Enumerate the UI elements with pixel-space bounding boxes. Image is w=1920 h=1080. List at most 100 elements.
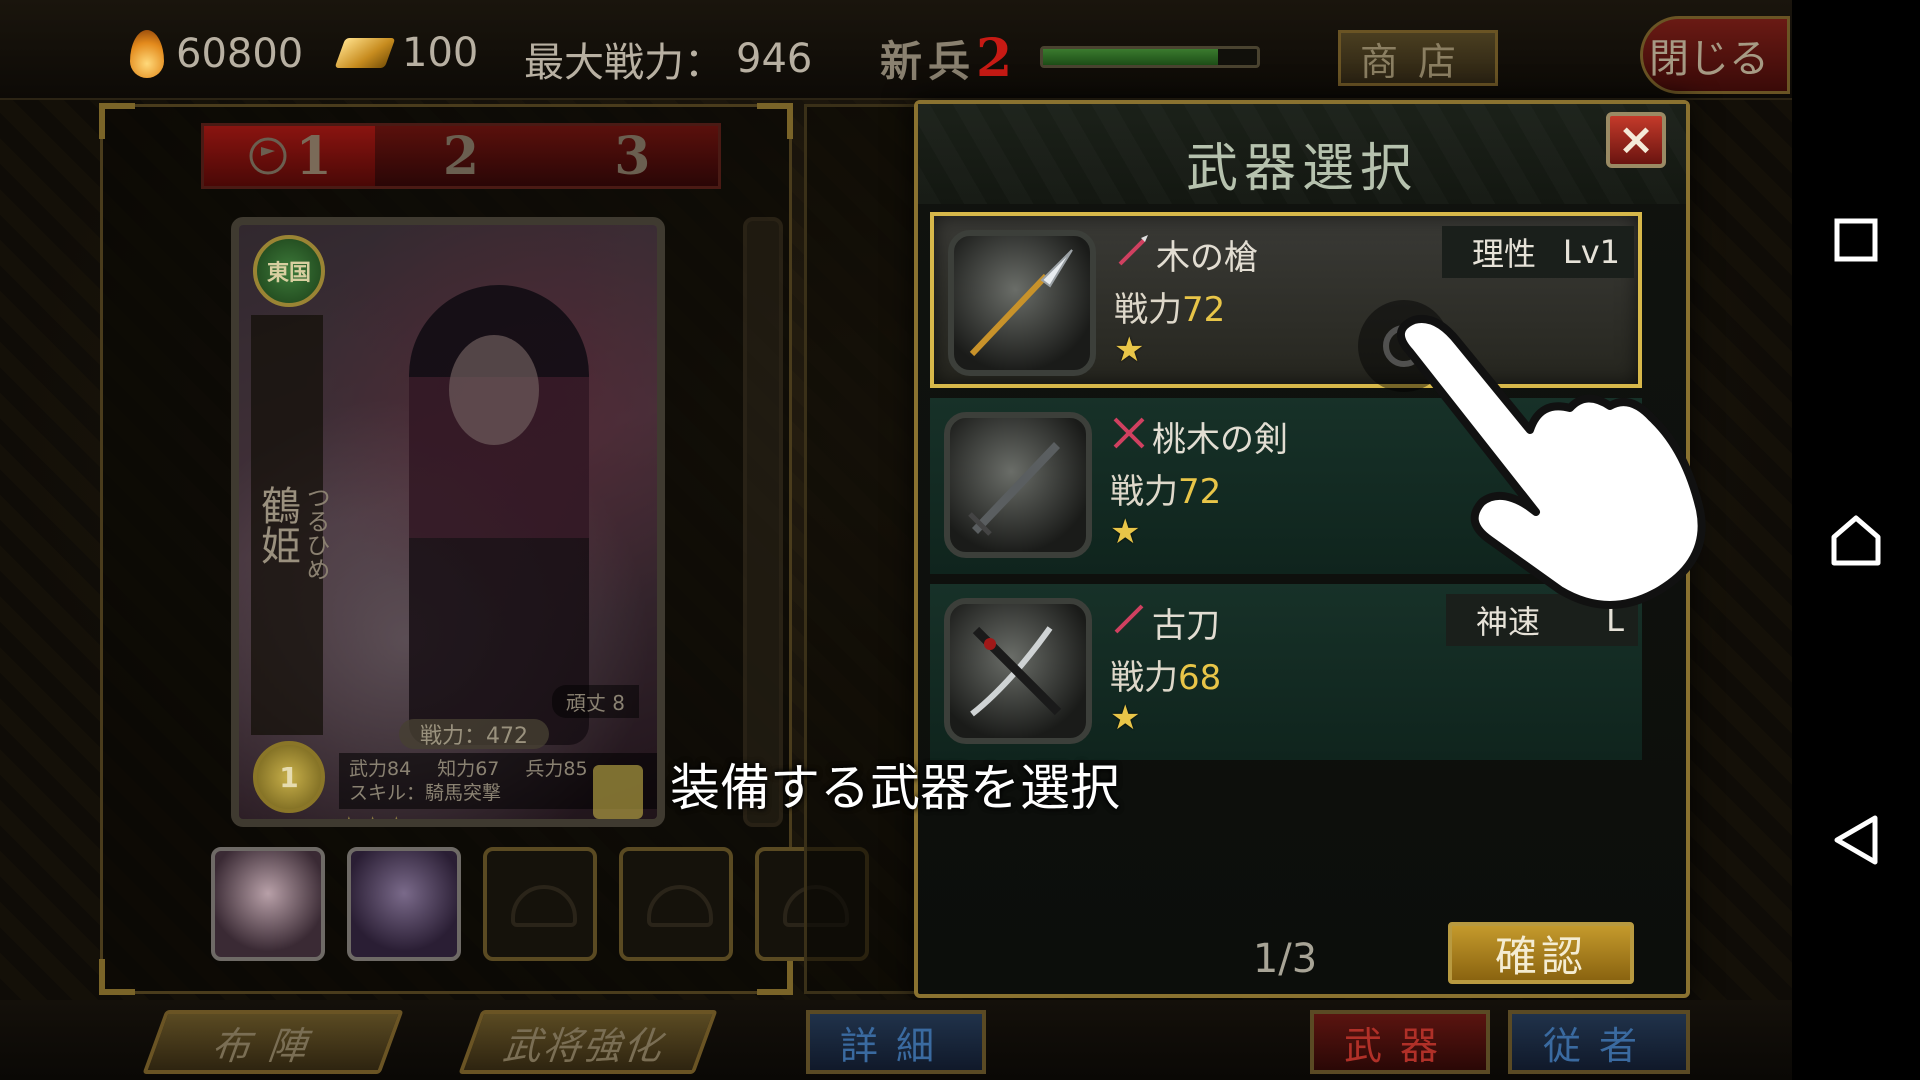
follower-button[interactable]: 従者 xyxy=(1508,1010,1690,1074)
gold-resource: 100 xyxy=(334,30,479,76)
modal-close-button[interactable]: × xyxy=(1606,112,1666,168)
katana-icon xyxy=(1114,604,1144,634)
player-rank: 新兵2 xyxy=(880,28,1018,89)
modal-title: 武器選択 xyxy=(1185,139,1418,199)
weapon-name: 古刀 xyxy=(1152,606,1220,646)
weapon-power: 戦力72 xyxy=(1110,464,1221,513)
spear-icon xyxy=(1118,235,1148,266)
katana-icon xyxy=(970,626,1062,717)
weapon-attribute-name: 理性 xyxy=(1472,235,1537,273)
fire-resource: 60800 xyxy=(130,30,303,78)
detail-button[interactable]: 詳細 xyxy=(806,1010,986,1074)
weapon-power-value: 68 xyxy=(1178,658,1222,698)
tab-party-1[interactable]: 1 xyxy=(204,125,376,187)
member-slot-3[interactable] xyxy=(483,847,597,961)
home-button[interactable] xyxy=(1822,506,1890,574)
weapon-power-value: 72 xyxy=(1182,290,1226,330)
game-screen: 60800 100 最大戦力： 946 新兵2 商店 閉じる 1 2 3 東国 … xyxy=(0,0,1792,1080)
weapon-power: 戦力72 xyxy=(1114,282,1225,331)
weapon-attribute-name: 神速 xyxy=(1476,603,1541,641)
sword-icon xyxy=(968,442,1060,536)
recent-apps-button[interactable] xyxy=(1822,206,1890,274)
tutorial-hint: 装備する武器を選択 xyxy=(670,759,1120,817)
empty-slot-icon xyxy=(511,885,577,927)
detail-panel-background xyxy=(804,104,924,994)
top-bar: 60800 100 最大戦力： 946 新兵2 商店 閉じる xyxy=(0,0,1792,100)
weapon-thumbnail xyxy=(944,412,1092,558)
max-power-label: 最大戦力： xyxy=(524,40,724,86)
flag-icon xyxy=(249,137,287,175)
frame-corner xyxy=(99,103,135,139)
weapon-power: 戦力68 xyxy=(1110,650,1221,699)
stat-hei: 兵力85 xyxy=(525,758,588,780)
tab-party-3[interactable]: 3 xyxy=(547,126,718,187)
weapon-attribute: 神速 L xyxy=(1446,594,1638,646)
close-screen-label: 閉じる xyxy=(1649,36,1769,82)
weapon-power-label: 戦力 xyxy=(1114,290,1182,330)
card-name-reading: つるひめ xyxy=(302,485,330,581)
card-rank-coin: 1 xyxy=(253,741,325,813)
card-stars: ★★★ xyxy=(339,813,411,827)
weapon-rarity-stars: ★ xyxy=(1114,330,1145,370)
weapon-rarity-stars: ★ xyxy=(1110,512,1141,552)
party-panel: 1 2 3 東国 鶴姫 つるひめ 頑丈 8 戦力：472 1 武力84 知力67… xyxy=(99,103,869,995)
frame-corner xyxy=(99,959,135,995)
flame-icon xyxy=(130,30,164,78)
weapon-button[interactable]: 武器 xyxy=(1310,1010,1490,1074)
close-icon: × xyxy=(1617,114,1655,165)
weapon-select-modal: 武器選択 × 木の槍 戦力72 ★ 理性 Lv1 桃木の剣 戦力72 ★ 古刀 … xyxy=(914,100,1690,998)
stat-bu: 武力84 xyxy=(349,758,412,780)
weapon-level: L xyxy=(1606,601,1624,639)
weapon-name: 桃木の剣 xyxy=(1152,420,1288,460)
card-type-badge xyxy=(593,765,643,819)
rank-level: 2 xyxy=(976,28,1019,89)
card-power: 戦力：472 xyxy=(399,719,549,749)
weapon-thumbnail xyxy=(944,598,1092,744)
spear-icon xyxy=(969,249,1073,357)
weapon-row[interactable]: 木の槍 戦力72 ★ 理性 Lv1 xyxy=(930,212,1642,388)
party-tabs: 1 2 3 xyxy=(201,123,721,189)
max-power-value: 946 xyxy=(736,36,813,82)
max-power: 最大戦力： 946 xyxy=(524,30,812,88)
weapon-row[interactable]: 古刀 戦力68 ★ 神速 L xyxy=(930,584,1642,760)
weapon-power-value: 72 xyxy=(1178,472,1222,512)
rank-label: 新兵 xyxy=(880,37,977,86)
weapon-thumbnail xyxy=(948,230,1096,376)
weapon-power-label: 戦力 xyxy=(1110,472,1178,512)
recent-apps-icon xyxy=(1834,218,1878,262)
weapon-row[interactable]: 桃木の剣 戦力72 ★ xyxy=(930,398,1642,574)
xp-bar-fill xyxy=(1043,49,1219,65)
frame-corner xyxy=(757,103,793,139)
tab-party-1-label: 1 xyxy=(295,125,332,187)
next-card-peek[interactable] xyxy=(743,217,783,827)
tab-party-2[interactable]: 2 xyxy=(375,126,546,187)
gold-bar-icon xyxy=(334,38,396,68)
formation-button[interactable]: 布陣 xyxy=(142,1010,404,1074)
home-icon xyxy=(1831,515,1881,566)
card-hardiness: 頑丈 8 xyxy=(551,685,639,718)
back-button[interactable] xyxy=(1822,806,1890,874)
frame-corner xyxy=(757,959,793,995)
back-icon xyxy=(1834,815,1878,865)
member-slot-2[interactable] xyxy=(347,847,461,961)
member-slot-4[interactable] xyxy=(619,847,733,961)
card-name: 鶴姫 xyxy=(254,485,300,565)
shop-button[interactable]: 商店 xyxy=(1338,30,1498,86)
crossed-swords-icon xyxy=(1113,417,1145,449)
member-slots xyxy=(211,847,869,961)
android-nav-bar xyxy=(1792,0,1920,1080)
close-screen-button[interactable]: 閉じる xyxy=(1640,16,1790,94)
general-card[interactable]: 東国 鶴姫 つるひめ 頑丈 8 戦力：472 1 武力84 知力67 兵力85 … xyxy=(231,217,665,827)
stat-chi: 知力67 xyxy=(437,758,500,780)
weapon-rarity-stars: ★ xyxy=(1110,698,1141,738)
weapon-attribute: 理性 Lv1 xyxy=(1442,226,1634,278)
weapon-power-label: 戦力 xyxy=(1110,658,1178,698)
gold-resource-value: 100 xyxy=(402,30,479,76)
empty-slot-icon xyxy=(647,885,713,927)
member-slot-1[interactable] xyxy=(211,847,325,961)
faction-emblem: 東国 xyxy=(253,235,325,307)
xp-bar xyxy=(1040,46,1260,68)
fire-resource-value: 60800 xyxy=(176,31,304,77)
strengthen-general-button[interactable]: 武将強化 xyxy=(458,1010,718,1074)
confirm-button[interactable]: 確認 xyxy=(1448,922,1634,984)
